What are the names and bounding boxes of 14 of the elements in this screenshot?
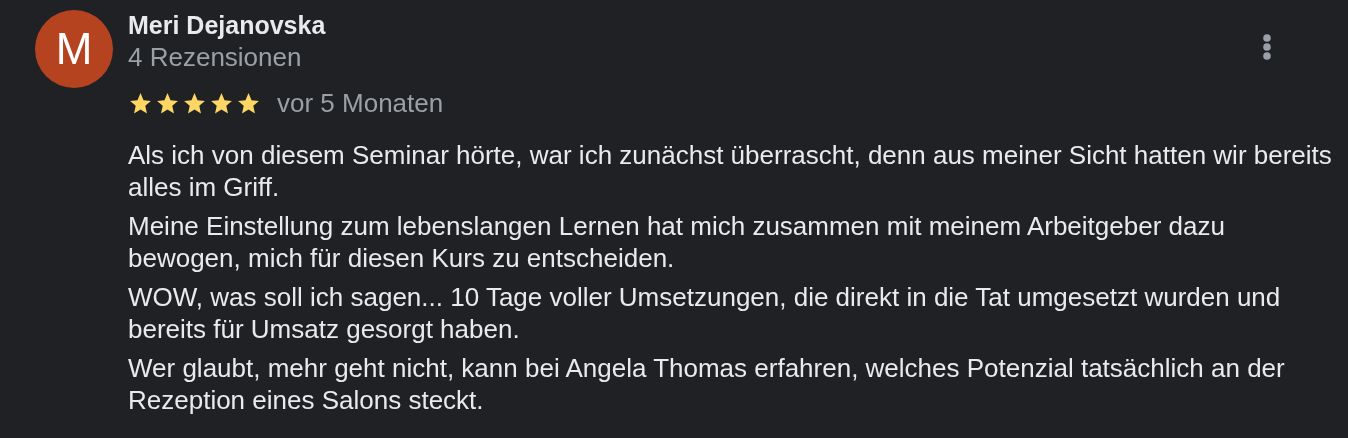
- review-time: vor 5 Monaten: [277, 87, 444, 119]
- more-options-icon[interactable]: [1263, 34, 1271, 60]
- review-paragraph: Wer glaubt, mehr geht nicht, kann bei Angela Thomas erfahren, welches Potenzial tatsächlich an der Rezeption eines Salons steckt.: [128, 352, 1286, 416]
- review-count: 4 Rezensionen: [128, 41, 303, 73]
- star-icon: [236, 90, 261, 116]
- star-icon: [128, 90, 153, 116]
- star-icon: [209, 90, 234, 116]
- star-icon: [182, 90, 207, 116]
- star-icon: [155, 90, 180, 116]
- avatar: M: [35, 10, 113, 88]
- review-paragraph: WOW, was soll ich sagen... 10 Tage voller Umsetzungen, die direkt in die Tat umgesetzt wurden und bereits für Umsatz gesorgt haben.: [128, 281, 1282, 345]
- author-name[interactable]: Meri Dejanovska: [128, 9, 326, 41]
- review-paragraph: Als ich von diesem Seminar hörte, war ich zunächst überrascht, denn aus meiner Sicht hatten wir bereits alles im Griff.: [128, 139, 1333, 203]
- review-paragraph: Meine Einstellung zum lebenslangen Lernen hat mich zusammen mit meinem Arbeitgeber dazu bewogen, mich für diesen Kurs zu entscheiden.: [128, 210, 1226, 274]
